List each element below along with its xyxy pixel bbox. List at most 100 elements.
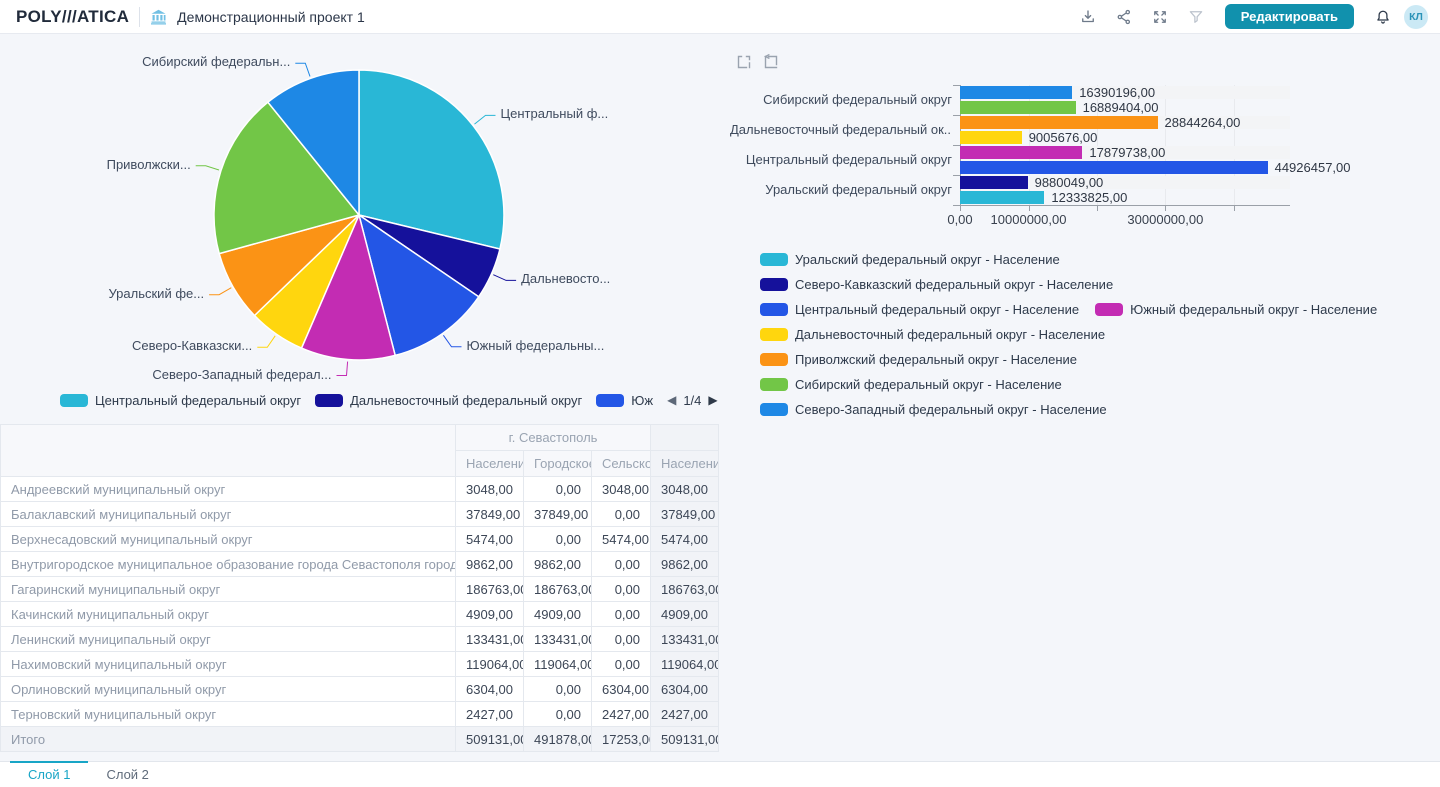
table-row[interactable]: Терновский муниципальный округ2427,000,0… [1, 702, 719, 727]
table-row[interactable]: Ленинский муниципальный округ133431,0013… [1, 627, 719, 652]
value-cell: 3048,00 [651, 477, 719, 502]
table-row[interactable]: Балаклавский муниципальный округ37849,00… [1, 502, 719, 527]
value-cell: 3048,00 [592, 477, 651, 502]
box-select-icon[interactable] [735, 54, 753, 72]
legend-swatch [596, 394, 624, 407]
value-cell: 133431,00 [651, 627, 719, 652]
legend-item[interactable]: Дальневосточный федеральный округ - Насе… [760, 327, 1105, 342]
filter-icon[interactable] [1181, 4, 1211, 30]
bar[interactable] [960, 191, 1044, 204]
table-row[interactable]: Качинский муниципальный округ4909,004909… [1, 602, 719, 627]
value-cell: 0,00 [592, 502, 651, 527]
legend-swatch [760, 278, 788, 291]
x-axis-tick [1097, 206, 1098, 211]
value-cell: 119064,00 [456, 652, 524, 677]
legend-item[interactable]: Сибирский федеральный округ - Население [760, 377, 1062, 392]
pie-leader-line [493, 275, 516, 281]
bar-value-label: 16390196,00 [1079, 85, 1155, 100]
legend-item[interactable]: Северо-Западный федеральный округ - Насе… [760, 402, 1107, 417]
category-axis-tick [953, 175, 960, 176]
table-row[interactable]: Гагаринский муниципальный округ186763,00… [1, 577, 719, 602]
bar[interactable] [960, 101, 1076, 114]
download-icon[interactable] [1073, 4, 1103, 30]
legend-swatch [760, 328, 788, 341]
bar-chart-legend: Уральский федеральный округ - Население С… [760, 252, 1377, 417]
app-logo[interactable]: POLY///ATICA [16, 7, 129, 27]
legend-item[interactable]: Северо-Кавказский федеральный округ - На… [760, 277, 1113, 292]
legend-next-icon[interactable]: ▶ [708, 394, 717, 406]
reset-selection-icon[interactable] [762, 54, 780, 72]
value-cell: 17253,00 [592, 727, 651, 752]
pivot-table: г. Севастополь НаселениеГородскоеСельско… [0, 424, 719, 752]
bar[interactable] [960, 161, 1268, 174]
bar-chart-widget: Сибирский федеральный округДальневосточн… [730, 85, 1370, 235]
value-cell: 4909,00 [456, 602, 524, 627]
value-cell: 9862,00 [524, 552, 592, 577]
value-cell: 0,00 [524, 477, 592, 502]
row-name-cell: Итого [1, 727, 456, 752]
legend-label: Северо-Кавказский федеральный округ - На… [795, 277, 1113, 292]
row-name-cell: Нахимовский муниципальный округ [1, 652, 456, 677]
legend-item[interactable]: Приволжский федеральный округ - Населени… [760, 352, 1077, 367]
legend-item[interactable]: Центральный федеральный округ - Населени… [760, 302, 1079, 317]
table-row[interactable]: Внутригородское муниципальное образовани… [1, 552, 719, 577]
legend-item[interactable]: Южный федеральный округ - Население [1095, 302, 1377, 317]
x-axis-tick-label: 10000000,00 [991, 212, 1067, 227]
category-axis-tick [953, 115, 960, 116]
category-axis-tick [953, 205, 960, 206]
table-row[interactable]: Верхнесадовский муниципальный округ5474,… [1, 527, 719, 552]
value-cell: 37849,00 [456, 502, 524, 527]
bar-category-label: Дальневосточный федеральный ок... [730, 115, 952, 145]
user-avatar[interactable]: КЛ [1404, 5, 1428, 29]
bar[interactable] [960, 116, 1158, 129]
pie-chart [0, 34, 720, 390]
table-row[interactable]: Андреевский муниципальный округ3048,000,… [1, 477, 719, 502]
legend-item[interactable]: Дальневосточный федеральный округ [315, 393, 582, 408]
share-icon[interactable] [1109, 4, 1139, 30]
value-cell: 491878,00 [524, 727, 592, 752]
table-row[interactable]: Нахимовский муниципальный округ119064,00… [1, 652, 719, 677]
value-cell: 0,00 [524, 677, 592, 702]
edit-button[interactable]: Редактировать [1225, 4, 1354, 29]
table-row[interactable]: Орлиновский муниципальный округ6304,000,… [1, 677, 719, 702]
table-group-header-row: г. Севастополь [1, 425, 719, 451]
pie-leader-line [209, 288, 231, 295]
app-header: POLY///ATICA Демонстрационный проект 1 Р… [0, 0, 1440, 34]
table-row[interactable]: Итого509131,00491878,0017253,00509131,00 [1, 727, 719, 752]
bar[interactable] [960, 176, 1028, 189]
pie-leader-line [295, 63, 310, 76]
value-cell: 186763,00 [651, 577, 719, 602]
pie-chart-widget: Центральный ф...Дальневосто...Южный феде… [0, 34, 720, 390]
legend-item[interactable]: Центральный федеральный округ [60, 393, 301, 408]
bar[interactable] [960, 131, 1022, 144]
bell-icon[interactable] [1368, 4, 1398, 30]
layer-tab[interactable]: Слой 1 [10, 762, 88, 787]
legend-swatch [760, 378, 788, 391]
value-cell: 0,00 [592, 627, 651, 652]
bar[interactable] [960, 86, 1072, 99]
fullscreen-icon[interactable] [1145, 4, 1175, 30]
bar-value-label: 16889404,00 [1083, 100, 1159, 115]
pie-slice-label: Южный федеральны... [466, 338, 604, 353]
bar-value-label: 17879738,00 [1089, 145, 1165, 160]
value-cell: 5474,00 [592, 527, 651, 552]
legend-pager: ◀ 1/4 ▶ [667, 393, 718, 408]
legend-item[interactable]: Уральский федеральный округ - Население [760, 252, 1060, 267]
category-axis-tick [953, 85, 960, 86]
legend-label: Северо-Западный федеральный округ - Насе… [795, 402, 1107, 417]
project-title: Демонстрационный проект 1 [177, 9, 365, 25]
legend-swatch [760, 303, 788, 316]
legend-item[interactable]: Юж [596, 393, 653, 408]
legend-label: Юж [631, 393, 653, 408]
bar[interactable] [960, 146, 1082, 159]
bar-value-label: 28844264,00 [1165, 115, 1241, 130]
bar-value-label: 9005676,00 [1029, 130, 1098, 145]
pie-slice-label: Северо-Западный федерал... [152, 367, 331, 382]
legend-prev-icon[interactable]: ◀ [667, 394, 676, 406]
bar-category-label: Уральский федеральный округ [730, 175, 952, 205]
value-cell: 6304,00 [592, 677, 651, 702]
layer-tab[interactable]: Слой 2 [88, 762, 166, 787]
legend-swatch [1095, 303, 1123, 316]
legend-label: Дальневосточный федеральный округ [350, 393, 582, 408]
row-name-cell: Качинский муниципальный округ [1, 602, 456, 627]
